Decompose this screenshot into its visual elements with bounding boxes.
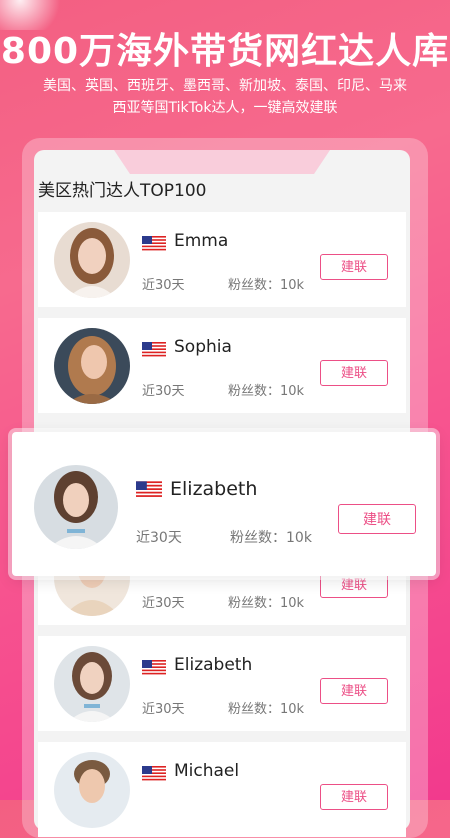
influencer-name: Elizabeth	[170, 478, 258, 500]
fans-count: 粉丝数：10k	[228, 596, 305, 611]
influencer-name: Emma	[174, 231, 229, 251]
list-title: 美区热门达人TOP100	[38, 181, 207, 201]
page-subtitle: 美国、英国、西班牙、墨西哥、新加坡、泰国、印尼、马来 西亚等国TikTok达人，…	[20, 75, 430, 119]
list-item[interactable]: Elizabeth 近30天 粉丝数：10k 建联	[38, 636, 406, 731]
connect-button[interactable]: 建联	[320, 678, 388, 704]
us-flag-icon	[142, 236, 166, 252]
period-label: 近30天	[142, 596, 185, 611]
influencer-name: Elizabeth	[174, 655, 253, 675]
list-item[interactable]: Emma 近30天 粉丝数：10k 建联	[38, 212, 406, 307]
avatar	[54, 328, 130, 404]
us-flag-icon	[142, 342, 166, 358]
list-item[interactable]: Michael 建联	[38, 742, 406, 837]
avatar	[54, 752, 130, 828]
influencer-name: Michael	[174, 761, 240, 781]
period-label: 近30天	[136, 530, 182, 546]
connect-button[interactable]: 建联	[338, 504, 416, 534]
subtitle-line-2: 西亚等国TikTok达人，一键高效建联	[112, 100, 338, 116]
fans-count: 粉丝数：10k	[228, 702, 305, 717]
us-flag-icon	[142, 660, 166, 676]
page-title: 800万海外带货网红达人库	[0, 31, 450, 72]
avatar	[34, 465, 118, 549]
list-item[interactable]: Sophia 近30天 粉丝数：10k 建联	[38, 318, 406, 413]
period-label: 近30天	[142, 384, 185, 399]
period-label: 近30天	[142, 278, 185, 293]
fans-count: 粉丝数：10k	[230, 530, 312, 546]
avatar	[54, 646, 130, 722]
subtitle-line-1: 美国、英国、西班牙、墨西哥、新加坡、泰国、印尼、马来	[43, 78, 407, 94]
influencer-name: Sophia	[174, 337, 232, 357]
connect-button[interactable]: 建联	[320, 784, 388, 810]
us-flag-icon	[136, 481, 162, 499]
fans-count: 粉丝数：10k	[228, 384, 305, 399]
us-flag-icon	[142, 766, 166, 782]
period-label: 近30天	[142, 702, 185, 717]
featured-influencer-card[interactable]: Elizabeth 近30天 粉丝数：10k 建联	[12, 432, 436, 576]
connect-button[interactable]: 建联	[320, 254, 388, 280]
connect-button[interactable]: 建联	[320, 360, 388, 386]
avatar	[54, 222, 130, 298]
fans-count: 粉丝数：10k	[228, 278, 305, 293]
